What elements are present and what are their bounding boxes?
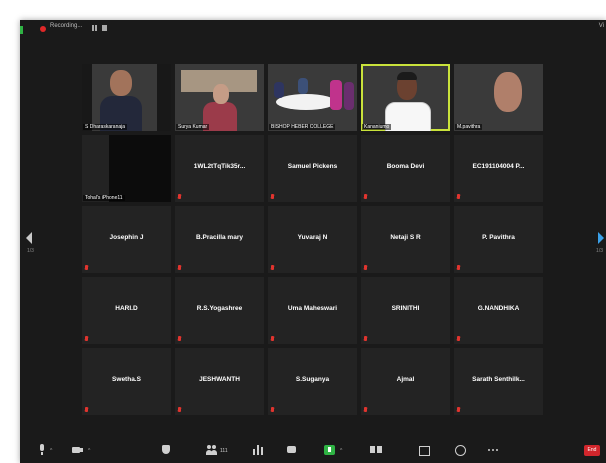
participant-name-label: Kananiumo [362, 124, 392, 130]
participant-tile[interactable]: SRINITHI [361, 277, 450, 344]
stop-recording-icon[interactable] [102, 25, 107, 31]
active-speaker-tile[interactable]: Kananiumo [361, 64, 450, 131]
recording-dot-icon [40, 26, 46, 32]
participant-name: S.Suganya [295, 376, 330, 383]
participant-name: P. Pavithra [482, 234, 515, 241]
participant-tile[interactable]: P. Pavithra [454, 206, 543, 273]
end-meeting-button[interactable]: End [584, 445, 600, 456]
participant-tile[interactable]: Josephin J [82, 206, 171, 273]
participant-tile[interactable]: Surya Kumar [175, 64, 264, 131]
recording-label: Recording... [50, 23, 83, 29]
participant-tile[interactable]: Ajmal [361, 348, 450, 415]
mic-muted-icon [178, 265, 181, 270]
mic-muted-icon [457, 336, 460, 341]
security-shield-icon[interactable] [160, 444, 172, 456]
participant-tile[interactable]: BISHOP HEBER COLLEGE [268, 64, 357, 131]
mic-muted-icon [364, 336, 367, 341]
previous-page-arrow-icon[interactable] [26, 232, 32, 244]
mic-muted-icon [271, 194, 274, 199]
reactions-smiley-icon[interactable] [454, 444, 466, 456]
page-indicator-right: 1/3 [596, 248, 603, 254]
mic-muted-icon [85, 336, 88, 341]
mic-muted-icon [364, 265, 367, 270]
participants-icon[interactable] [206, 444, 218, 456]
participant-tile[interactable]: S Dharaskaranaja [82, 64, 171, 131]
next-page-arrow-icon[interactable] [598, 232, 604, 244]
participant-name: SRINITHI [391, 305, 420, 312]
participant-tile[interactable]: Sarath Senthilk... [454, 348, 543, 415]
participant-name: B.Pracilla mary [196, 234, 243, 241]
participant-tile[interactable]: Booma Devi [361, 135, 450, 202]
participant-tile[interactable]: Swetha.S [82, 348, 171, 415]
participant-tile[interactable]: M.pavithra [454, 64, 543, 131]
video-options-caret-icon[interactable]: ^ [88, 448, 90, 454]
participant-tile[interactable]: HARI.D [82, 277, 171, 344]
mic-muted-icon [178, 194, 181, 199]
participant-tile[interactable]: JESHWANTH [175, 348, 264, 415]
participant-name: R.S.Yogashree [196, 305, 243, 312]
participant-name: HARI.D [115, 305, 138, 312]
more-options-icon[interactable] [488, 444, 500, 456]
participant-name-label: S Dharaskaranaja [83, 124, 128, 130]
participant-name-label: BISHOP HEBER COLLEGE [269, 124, 336, 130]
share-screen-icon[interactable] [324, 444, 336, 456]
participant-name: Yuvaraj N [297, 234, 328, 241]
breakout-rooms-icon[interactable] [418, 444, 430, 456]
mic-muted-icon [271, 336, 274, 341]
participant-tile[interactable]: Samuel Pickens [268, 135, 357, 202]
participant-name: Swetha.S [112, 376, 141, 383]
mic-muted-icon [178, 336, 181, 341]
participant-name: G.NANDHIKA [477, 305, 520, 312]
video-camera-icon[interactable] [72, 444, 84, 456]
participant-name-label: Tohal's iPhone11 [83, 195, 125, 201]
mic-muted-icon [364, 407, 367, 412]
participant-tile[interactable]: Netaji S R [361, 206, 450, 273]
mic-muted-icon [457, 194, 460, 199]
mic-muted-icon [271, 407, 274, 412]
participant-name: Sarath Senthilk... [472, 376, 525, 383]
participant-name-label: M.pavithra [455, 124, 483, 130]
participant-name: 1WL2tTqTik35r... [193, 163, 246, 170]
participant-name: Samuel Pickens [287, 163, 338, 170]
mic-muted-icon [178, 407, 181, 412]
record-icon[interactable] [370, 444, 382, 456]
participant-tile[interactable]: R.S.Yogashree [175, 277, 264, 344]
page-indicator-left: 1/3 [27, 248, 34, 254]
participant-tile[interactable]: G.NANDHIKA [454, 277, 543, 344]
share-options-caret-icon[interactable]: ^ [340, 448, 342, 454]
participant-tile[interactable]: 1WL2tTqTik35r... [175, 135, 264, 202]
participant-tile[interactable]: Tohal's iPhone11 [82, 135, 171, 202]
polls-bar-chart-icon[interactable] [252, 444, 264, 456]
participant-name: Netaji S R [390, 234, 421, 241]
mute-microphone-icon[interactable] [36, 444, 48, 456]
participant-tile[interactable]: EC191104004 P... [454, 135, 543, 202]
meeting-toolbar: ^ ^ 111 ^ End [20, 439, 606, 463]
window-edge-indicator [20, 26, 23, 34]
zoom-meeting-window: Recording... Vi 1/3 1/3 S Dharaskaranaja… [20, 20, 606, 463]
chat-bubble-icon[interactable] [286, 444, 298, 456]
participant-tile[interactable]: B.Pracilla mary [175, 206, 264, 273]
participant-name: JESHWANTH [199, 376, 240, 383]
participant-name: Uma Maheswari [287, 305, 338, 312]
participant-name: Josephin J [109, 234, 144, 241]
participant-tile[interactable]: Uma Maheswari [268, 277, 357, 344]
top-bar: Recording... Vi [20, 20, 606, 36]
participant-name: Ajmal [396, 376, 415, 383]
mic-muted-icon [457, 407, 460, 412]
pause-recording-icon[interactable] [92, 25, 94, 31]
mic-muted-icon [457, 265, 460, 270]
mic-muted-icon [271, 265, 274, 270]
participant-name: Booma Devi [386, 163, 425, 170]
participant-tile[interactable]: S.Suganya [268, 348, 357, 415]
mic-muted-icon [85, 265, 88, 270]
participant-name: EC191104004 P... [472, 163, 525, 170]
participants-count: 111 [220, 448, 228, 454]
participant-gallery: S Dharaskaranaja Surya Kumar BISHOP HEBE… [82, 64, 544, 415]
mic-muted-icon [85, 407, 88, 412]
participant-name-label: Surya Kumar [176, 124, 210, 130]
audio-options-caret-icon[interactable]: ^ [50, 448, 52, 454]
view-button[interactable]: Vi [599, 23, 604, 29]
participant-tile[interactable]: Yuvaraj N [268, 206, 357, 273]
mic-muted-icon [364, 194, 367, 199]
